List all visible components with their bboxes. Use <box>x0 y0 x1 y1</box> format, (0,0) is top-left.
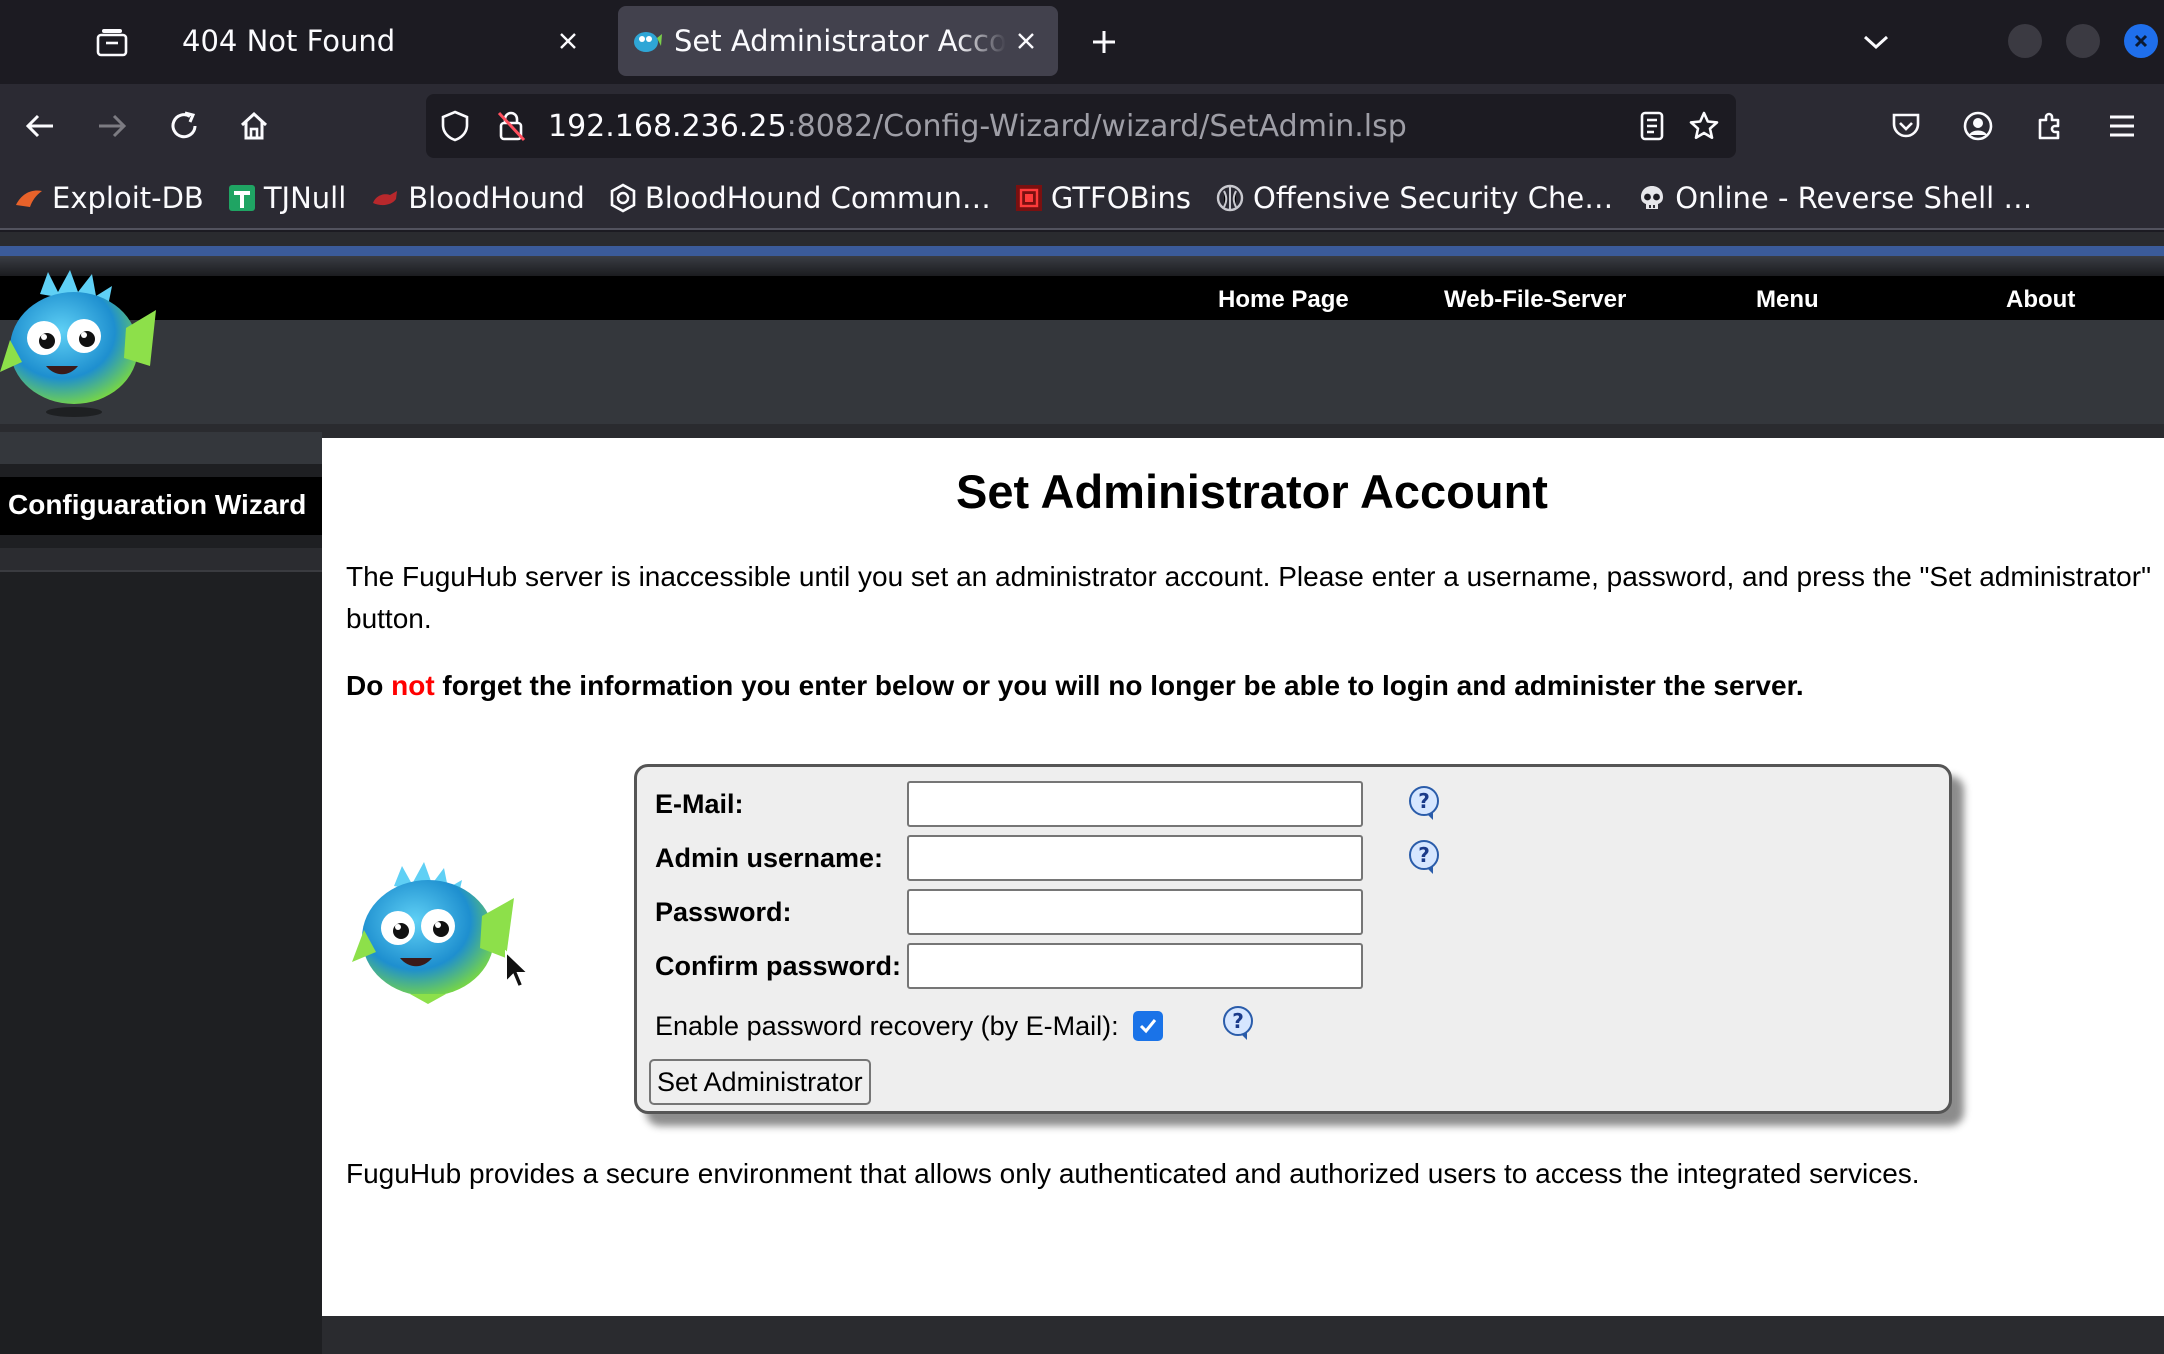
fuguhub-mascot <box>350 858 520 1012</box>
bookmark-label: BloodHound Commun… <box>644 181 991 215</box>
fuguhub-logo[interactable] <box>0 262 160 426</box>
warning-text-pre: Do <box>346 670 392 701</box>
bookmark-label: Exploit-DB <box>52 181 204 215</box>
bookmark-star-icon[interactable] <box>1688 110 1720 142</box>
close-tab-icon[interactable] <box>1008 23 1044 59</box>
browser-tab-strip: 404 Not Found Set Administrator Account <box>0 0 2164 84</box>
reader-view-icon[interactable] <box>1638 110 1666 142</box>
svg-text:?: ? <box>1418 843 1430 867</box>
window-close-button[interactable] <box>2124 24 2158 58</box>
intro-paragraph: The FuguHub server is inaccessible until… <box>346 561 2152 634</box>
tab-title: Set Administrator Account <box>674 24 1006 58</box>
header-band <box>0 256 2164 276</box>
close-tab-icon[interactable] <box>550 23 586 59</box>
mouse-cursor-icon <box>504 949 532 994</box>
checkmark-icon <box>1139 1019 1157 1034</box>
extensions-icon[interactable] <box>2024 100 2076 152</box>
bookmark-bloodhound-community[interactable]: BloodHound Commun… <box>609 181 991 215</box>
email-label: E-Mail: <box>655 789 744 819</box>
password-field[interactable] <box>907 889 1363 935</box>
page-title: Set Administrator Account <box>956 465 1548 518</box>
url-host: 192.168.236.25 <box>548 109 787 144</box>
help-icon[interactable]: ? <box>1407 839 1443 875</box>
close-icon <box>2134 34 2148 48</box>
hamburger-menu-icon[interactable] <box>2096 100 2148 152</box>
menu-home-page-link[interactable]: Home Page <box>1218 286 1349 314</box>
bookmark-gtfobins[interactable]: GTFOBins <box>1015 181 1191 215</box>
url-path: :8082/Config-Wizard/wizard/SetAdmin.lsp <box>786 109 1407 144</box>
tjnull-icon <box>228 184 256 212</box>
menu-menu-link[interactable]: Menu <box>1756 286 1819 314</box>
svg-text:?: ? <box>1418 789 1430 813</box>
bloodhound-icon <box>370 185 400 211</box>
skull-icon <box>1637 183 1667 213</box>
sidebar: Configuaration Wizard <box>0 432 322 1354</box>
home-icon[interactable] <box>228 100 280 152</box>
sidebar-title-bar: Configuaration Wizard <box>0 477 322 535</box>
svg-text:?: ? <box>1232 1009 1244 1033</box>
menu-web-file-server-link[interactable]: Web-File-Server <box>1444 286 1626 314</box>
chevron-down-icon[interactable] <box>1852 18 1900 66</box>
bookmark-tjnull[interactable]: TJNull <box>228 181 346 215</box>
confirm-password-field[interactable] <box>907 943 1363 989</box>
navigation-toolbar: 192.168.236.25:8082/Config-Wizard/wizard… <box>0 84 2164 168</box>
url-text[interactable]: 192.168.236.25:8082/Config-Wizard/wizard… <box>548 109 1407 144</box>
exploit-db-icon <box>14 185 44 211</box>
header-stripe <box>0 246 2164 256</box>
tab-set-administrator-account[interactable]: Set Administrator Account <box>618 6 1058 76</box>
bookmark-label: Online - Reverse Shell … <box>1675 181 2033 215</box>
bookmark-offensive-security[interactable]: Offensive Security Che… <box>1215 181 1613 215</box>
bookmark-label: Offensive Security Che… <box>1253 181 1614 215</box>
password-recovery-label: Enable password recovery (by E-Mail): <box>655 1011 1119 1041</box>
password-label: Password: <box>655 897 792 927</box>
forward-arrow-icon[interactable] <box>86 100 138 152</box>
fuguhub-favicon-icon <box>632 28 662 54</box>
firefox-view-icon[interactable] <box>84 18 140 66</box>
footer-text: FuguHub provides a secure environment th… <box>346 1158 1920 1189</box>
hexagon-icon <box>609 183 637 213</box>
bookmark-label: BloodHound <box>408 181 585 215</box>
set-administrator-button[interactable]: Set Administrator <box>649 1059 871 1105</box>
email-field[interactable] <box>907 781 1363 827</box>
window-minimize-button[interactable] <box>2008 24 2042 58</box>
bookmark-exploit-db[interactable]: Exploit-DB <box>14 181 204 215</box>
main-content: Set Administrator Account The FuguHub se… <box>322 438 2164 1316</box>
web-page: Home Page Web-File-Server Menu About Con… <box>0 232 2164 1354</box>
bookmark-bloodhound[interactable]: BloodHound <box>370 181 585 215</box>
window-maximize-button[interactable] <box>2066 24 2100 58</box>
help-icon[interactable]: ? <box>1407 785 1443 821</box>
warning-text-emphasis: not <box>391 670 435 701</box>
bookmarks-toolbar: Exploit-DB TJNull BloodHound BloodHound … <box>0 168 2164 230</box>
warning-paragraph: Do not forget the information you enter … <box>346 670 1804 702</box>
admin-username-field[interactable] <box>907 835 1363 881</box>
help-icon[interactable]: ? <box>1221 1005 1257 1041</box>
menu-about-link[interactable]: About <box>2006 286 2075 314</box>
bookmark-label: GTFOBins <box>1050 181 1192 215</box>
admin-form-panel: E-Mail: ? Admin username: ? Password: Co… <box>634 764 1952 1114</box>
shield-icon[interactable] <box>440 110 470 142</box>
insecure-lock-icon[interactable] <box>496 110 526 142</box>
sidebar-divider <box>0 548 322 572</box>
sidebar-title: Configuaration Wizard <box>8 489 307 520</box>
offsec-icon <box>1215 183 1245 213</box>
admin-username-label: Admin username: <box>655 843 884 873</box>
sidebar-header <box>0 432 322 464</box>
new-tab-icon[interactable] <box>1080 18 1128 66</box>
confirm-password-label: Confirm password: <box>655 951 902 981</box>
reload-icon[interactable] <box>158 100 210 152</box>
bookmark-reverse-shell[interactable]: Online - Reverse Shell … <box>1637 181 2032 215</box>
bookmark-label: TJNull <box>263 181 347 215</box>
warning-text-post: forget the information you enter below o… <box>434 670 1804 701</box>
gtfobins-icon <box>1015 184 1043 212</box>
pocket-icon[interactable] <box>1880 100 1932 152</box>
header-background <box>0 320 2164 424</box>
password-recovery-checkbox[interactable] <box>1133 1011 1163 1041</box>
account-icon[interactable] <box>1952 100 2004 152</box>
tab-title: 404 Not Found <box>182 24 396 58</box>
tab-404-not-found[interactable]: 404 Not Found <box>162 6 600 76</box>
back-arrow-icon[interactable] <box>14 100 66 152</box>
url-bar[interactable]: 192.168.236.25:8082/Config-Wizard/wizard… <box>426 94 1736 158</box>
site-menu-bar: Home Page Web-File-Server Menu About <box>0 276 2164 320</box>
